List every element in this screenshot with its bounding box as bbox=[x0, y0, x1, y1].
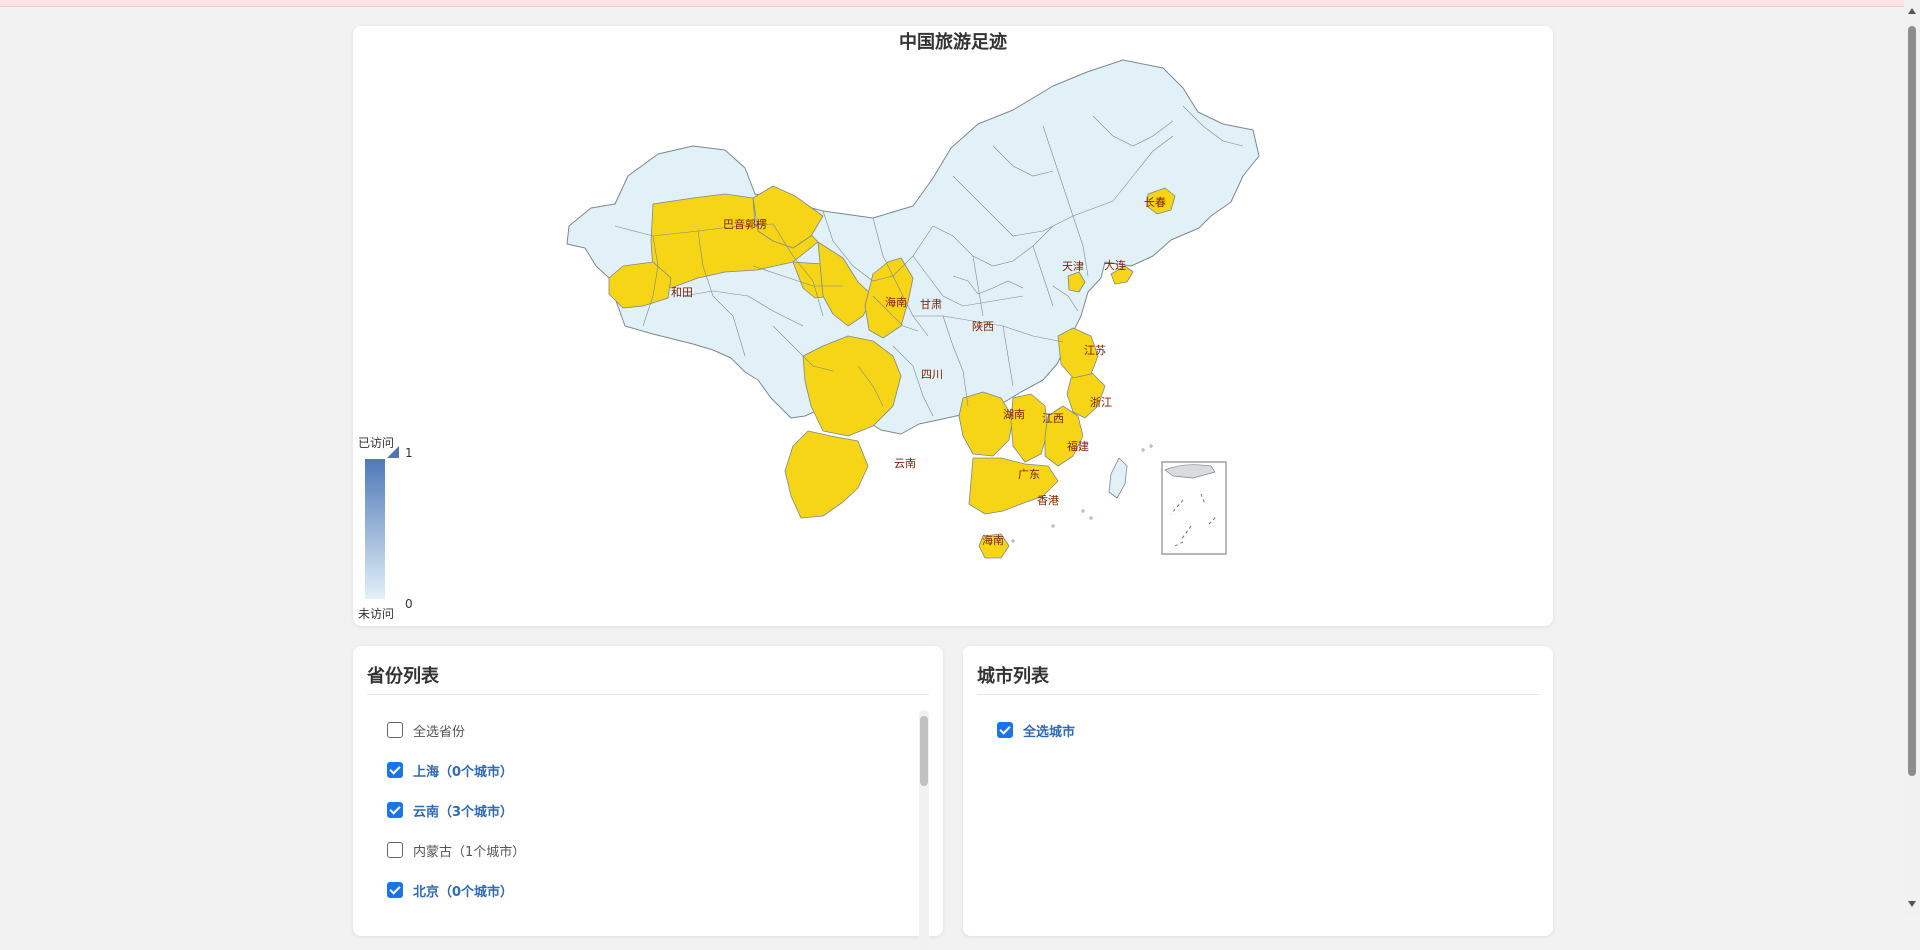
checkbox[interactable] bbox=[387, 882, 403, 898]
list-item[interactable]: 上海（0个城市） bbox=[367, 750, 929, 790]
legend-unvisited-label: 未访问 bbox=[358, 607, 395, 621]
region-jiangxi[interactable] bbox=[1010, 393, 1049, 463]
checkbox[interactable] bbox=[997, 722, 1013, 738]
province-label: 北京（0个城市） bbox=[413, 884, 514, 900]
list-item[interactable]: 云南（3个城市） bbox=[367, 790, 929, 830]
legend-min-value: 0 bbox=[405, 597, 413, 611]
list-item[interactable]: 北京（0个城市） bbox=[367, 870, 929, 910]
region-label: 湖南 bbox=[1003, 408, 1025, 421]
region-label: 长春 bbox=[1144, 196, 1166, 209]
region-label: 陕西 bbox=[972, 319, 994, 333]
city-list: 全选城市 bbox=[977, 710, 1539, 750]
region-label: 福建 bbox=[1067, 439, 1089, 453]
city-panel: 城市列表 全选城市 bbox=[963, 646, 1553, 936]
legend-max-value: 1 bbox=[405, 446, 413, 460]
city-panel-title: 城市列表 bbox=[977, 666, 1049, 687]
map-title: 中国旅游足迹 bbox=[899, 32, 1007, 53]
browser-top-strip bbox=[0, 0, 1920, 7]
region-yunnan[interactable] bbox=[784, 430, 869, 519]
province-label: 全选省份 bbox=[413, 724, 466, 740]
south-china-sea-inset bbox=[1161, 461, 1227, 555]
region-label: 江苏 bbox=[1084, 344, 1106, 357]
region-label: 江西 bbox=[1042, 412, 1064, 425]
region-label: 甘肃 bbox=[920, 298, 942, 311]
region-label: 云南 bbox=[894, 457, 916, 470]
province-list-scrollbar[interactable] bbox=[919, 710, 929, 950]
region-label: 和田 bbox=[671, 286, 693, 299]
small-island bbox=[1081, 509, 1085, 513]
province-label: 上海（0个城市） bbox=[413, 764, 514, 780]
divider bbox=[977, 694, 1539, 695]
small-island bbox=[1011, 539, 1015, 543]
province-label: 内蒙古（1个城市） bbox=[413, 844, 526, 860]
checkbox[interactable] bbox=[387, 722, 403, 738]
page-scroll-thumb[interactable] bbox=[1908, 26, 1916, 776]
china-map[interactable]: 巴音郭楞和田海南 甘肃陕西四川云南湖南 江西福建浙江江苏广东香港海南天津 大连长春 bbox=[353, 26, 1553, 626]
province-label: 云南（3个城市） bbox=[413, 804, 514, 820]
region-label: 浙江 bbox=[1090, 396, 1112, 409]
province-panel: 省份列表 全选省份 上海（0个城市） 云南（3个城市） 内蒙古（1个城市） 北京… bbox=[353, 646, 943, 950]
taiwan-island bbox=[1108, 457, 1128, 499]
checkbox[interactable] bbox=[387, 842, 403, 858]
small-island bbox=[1141, 448, 1145, 452]
map-card: 巴音郭楞 和田 海南 甘肃 陕西 四川 云南 湖南 江西 福建 浙江 江苏 广东 香港 海南 天津 大连 长春 中… bbox=[353, 26, 1553, 626]
checkbox[interactable] bbox=[387, 762, 403, 778]
region-label: 巴音郭楞 bbox=[723, 217, 767, 231]
divider bbox=[367, 694, 929, 695]
list-item[interactable]: 全选省份 bbox=[367, 710, 929, 750]
small-island bbox=[1149, 444, 1153, 448]
region-label: 天津 bbox=[1062, 260, 1084, 273]
small-island bbox=[1051, 524, 1055, 528]
page-scrollbar[interactable] bbox=[1904, 0, 1920, 915]
scroll-up-icon[interactable] bbox=[1908, 8, 1916, 14]
small-island bbox=[1089, 516, 1093, 520]
region-label: 大连 bbox=[1104, 258, 1126, 272]
list-item[interactable]: 内蒙古（1个城市） bbox=[367, 830, 929, 870]
visual-map-legend[interactable] bbox=[365, 459, 385, 599]
province-list: 全选省份 上海（0个城市） 云南（3个城市） 内蒙古（1个城市） 北京（0个城市… bbox=[367, 710, 929, 910]
region-zhejiang[interactable] bbox=[1066, 371, 1106, 419]
region-label: 广东 bbox=[1018, 468, 1040, 481]
region-label: 海南 bbox=[982, 533, 1004, 547]
scrollbar-thumb[interactable] bbox=[920, 716, 928, 786]
province-panel-title: 省份列表 bbox=[367, 666, 439, 687]
city-label: 全选城市 bbox=[1023, 724, 1076, 740]
checkbox[interactable] bbox=[387, 802, 403, 818]
legend-handle-icon[interactable] bbox=[387, 446, 399, 458]
region-label: 香港 bbox=[1037, 494, 1059, 507]
region-label: 四川 bbox=[921, 368, 943, 381]
scroll-down-icon[interactable] bbox=[1908, 901, 1916, 907]
list-item[interactable]: 全选城市 bbox=[977, 710, 1539, 750]
region-label: 海南 bbox=[885, 295, 907, 309]
